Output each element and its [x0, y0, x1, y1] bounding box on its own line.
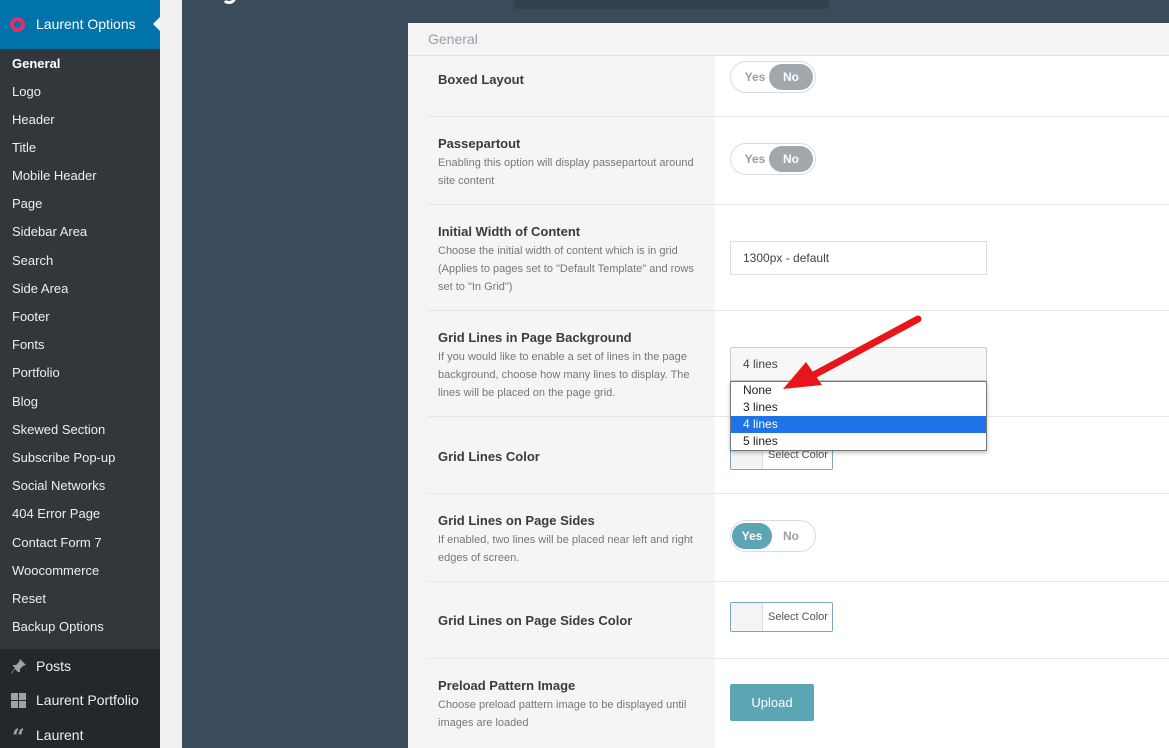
submenu-item-search[interactable]: Search — [12, 253, 53, 268]
toggle-no[interactable]: No — [769, 146, 813, 172]
option-description: If enabled, two lines will be placed nea… — [438, 534, 693, 564]
menu-label: Laurent Portfolio — [36, 692, 139, 708]
submenu-item-contact-form-7[interactable]: Contact Form 7 — [12, 535, 102, 550]
dropdown-option-4-lines[interactable]: 4 lines — [731, 416, 986, 433]
menu-label: Laurent — [36, 727, 84, 743]
laurent-logo-icon — [10, 17, 25, 32]
submenu-item-side-area[interactable]: Side Area — [12, 281, 68, 296]
submenu-item-portfolio[interactable]: Portfolio — [12, 365, 60, 380]
passepartout-toggle[interactable]: Yes No — [730, 143, 816, 175]
option-description: Choose the initial width of content whic… — [438, 245, 694, 293]
options-panel-nav — [182, 0, 408, 748]
submenu-item-blog[interactable]: Blog — [12, 394, 38, 409]
option-title: Passepartout — [438, 136, 521, 151]
option-label-column: Initial Width of Content Choose the init… — [428, 205, 715, 310]
submenu-item-woocommerce[interactable]: Woocommerce — [12, 563, 99, 578]
grid-icon — [10, 692, 27, 709]
pin-icon — [10, 658, 27, 675]
option-title: Grid Lines in Page Background — [438, 330, 632, 345]
select-color-label: Select Color — [768, 611, 828, 623]
menu-laurent-portfolio[interactable]: Laurent Portfolio — [0, 683, 160, 717]
toggle-no[interactable]: No — [769, 64, 813, 90]
section-title: General — [428, 31, 478, 47]
option-title: Grid Lines on Page Sides — [438, 513, 595, 528]
submenu-item-subscribe-popup[interactable]: Subscribe Pop-up — [12, 450, 115, 465]
option-label-column: Grid Lines in Page Background If you wou… — [428, 311, 715, 416]
boxed-layout-toggle[interactable]: Yes No — [730, 61, 816, 93]
option-title: Grid Lines on Page Sides Color — [438, 613, 633, 628]
grid-lines-sides-toggle[interactable]: Yes No — [730, 520, 816, 552]
submenu-item-social-networks[interactable]: Social Networks — [12, 478, 105, 493]
submenu-item-title[interactable]: Title — [12, 140, 36, 155]
submenu-item-header[interactable]: Header — [12, 112, 55, 127]
submenu-item-mobile-header[interactable]: Mobile Header — [12, 168, 97, 183]
options-panel-header — [182, 0, 1169, 23]
option-label-column: Passepartout Enabling this option will d… — [428, 117, 715, 204]
option-row-grid-lines-sides: Grid Lines on Page Sides If enabled, two… — [428, 494, 1169, 582]
option-row-passepartout: Passepartout Enabling this option will d… — [428, 117, 1169, 205]
submenu-item-general[interactable]: General — [12, 56, 60, 71]
submenu-item-page[interactable]: Page — [12, 196, 42, 211]
initial-width-field[interactable]: 1300px - default — [730, 241, 987, 275]
color-swatch — [731, 603, 763, 631]
submenu-item-fonts[interactable]: Fonts — [12, 337, 45, 352]
submenu-item-404-error-page[interactable]: 404 Error Page — [12, 506, 100, 521]
quote-icon: “ — [12, 725, 25, 748]
submenu-item-footer[interactable]: Footer — [12, 309, 50, 324]
option-label-column: Grid Lines Color — [428, 417, 715, 493]
dropdown-option-5-lines[interactable]: 5 lines — [731, 433, 986, 450]
submenu-item-backup-options[interactable]: Backup Options — [12, 619, 104, 634]
grid-lines-select[interactable]: 4 lines — [730, 347, 987, 381]
dropdown-option-none[interactable]: None — [731, 382, 986, 399]
menu-label: Laurent Options — [36, 16, 136, 32]
option-title: Boxed Layout — [438, 72, 524, 87]
grid-lines-dropdown-list: None 3 lines 4 lines 5 lines — [730, 381, 987, 451]
menu-laurent[interactable]: “ Laurent — [0, 718, 160, 748]
option-row-grid-lines-sides-color: Grid Lines on Page Sides Color Select Co… — [428, 582, 1169, 659]
option-row-initial-width: Initial Width of Content Choose the init… — [428, 205, 1169, 311]
menu-label: Posts — [36, 658, 72, 674]
menu-posts[interactable]: Posts — [0, 649, 160, 683]
grid-lines-sides-color-picker[interactable]: Select Color — [730, 602, 833, 632]
current-menu-pointer — [153, 16, 161, 32]
option-description: If you would like to enable a set of lin… — [438, 351, 690, 399]
options-search-field[interactable] — [514, 0, 829, 9]
option-description: Choose preload pattern image to be displ… — [438, 699, 687, 729]
option-label-column: Preload Pattern Image Choose preload pat… — [428, 659, 715, 748]
option-title: Initial Width of Content — [438, 224, 581, 239]
toggle-yes[interactable]: Yes — [732, 523, 772, 549]
dropdown-option-3-lines[interactable]: 3 lines — [731, 399, 986, 416]
option-title: Grid Lines Color — [438, 449, 540, 464]
option-title: Preload Pattern Image — [438, 678, 576, 693]
submenu-item-skewed-section[interactable]: Skewed Section — [12, 422, 105, 437]
option-label-column: Grid Lines on Page Sides If enabled, two… — [428, 494, 715, 581]
options-submenu: General Logo Header Title Mobile Header … — [0, 49, 160, 649]
option-row-preload-pattern: Preload Pattern Image Choose preload pat… — [428, 659, 1169, 748]
submenu-item-reset[interactable]: Reset — [12, 591, 46, 606]
admin-sidebar: Laurent Options General Logo Header Titl… — [0, 0, 161, 748]
option-label-column: Grid Lines on Page Sides Color — [428, 582, 715, 658]
toggle-no[interactable]: No — [769, 523, 813, 549]
upload-button[interactable]: Upload — [730, 684, 814, 721]
submenu-item-sidebar-area[interactable]: Sidebar Area — [12, 224, 87, 239]
submenu-item-logo[interactable]: Logo — [12, 84, 41, 99]
option-row-boxed-layout: Boxed Layout Yes No — [428, 56, 1169, 117]
option-label-column: Boxed Layout — [428, 56, 715, 116]
theme-logo-icon — [222, 0, 236, 4]
options-content: General Boxed Layout Yes No Passepartout… — [408, 23, 1169, 748]
option-description: Enabling this option will display passep… — [438, 157, 694, 187]
menu-laurent-options[interactable]: Laurent Options — [0, 0, 161, 49]
